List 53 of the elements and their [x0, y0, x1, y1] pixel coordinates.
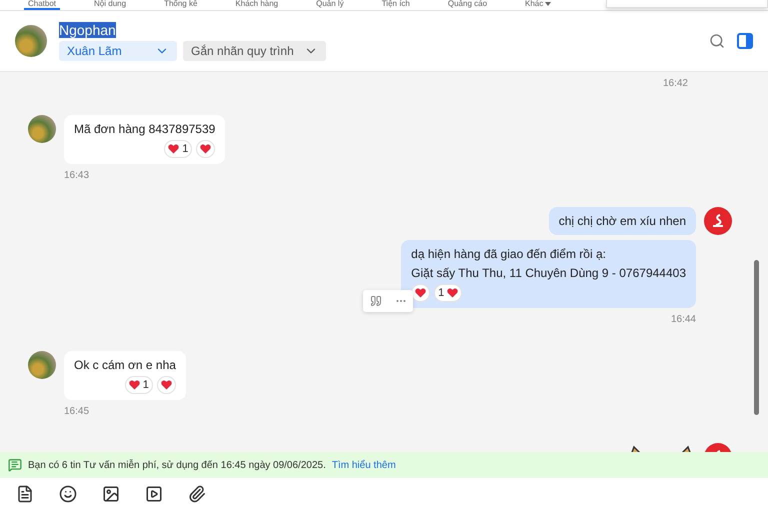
message-text: dạ hiện hàng đã giao đến điểm rồi ạ: [411, 246, 606, 262]
video-icon [145, 484, 163, 502]
nav-tab[interactable]: Thống kê [160, 0, 202, 10]
heart-icon [415, 288, 426, 298]
search-button[interactable] [709, 33, 725, 49]
message-time: 16:44 [670, 314, 696, 325]
reaction-chip[interactable] [196, 140, 216, 158]
contact-name: Ngophan [59, 22, 116, 38]
attach-button[interactable] [188, 484, 206, 502]
nav-tab[interactable]: Quảng cáo [444, 0, 492, 10]
reaction-chip[interactable] [156, 376, 176, 394]
contact-avatar [15, 25, 47, 57]
smiley-icon [59, 484, 77, 502]
nav-tab[interactable]: Quản lý [312, 0, 348, 10]
notice-text: Bạn có 6 tin Tư vấn miễn phí, sử dụng đến 16:45 ngày 09/06/2025. [28, 460, 326, 470]
assignee-dropdown[interactable]: Xuân Lãm [59, 40, 177, 60]
message-time: 16:43 [64, 170, 90, 181]
label-dropdown[interactable]: Gắn nhãn quy trình [183, 40, 326, 60]
heart-icon [200, 144, 212, 154]
logo-icon [710, 213, 726, 229]
reaction-chip[interactable]: 1 [124, 376, 153, 394]
learn-more-link[interactable]: Tìm hiểu thêm [332, 460, 396, 470]
panel-toggle-button[interactable] [737, 33, 753, 49]
image-button[interactable] [102, 484, 120, 502]
message-time: 16:45 [64, 406, 90, 417]
scrollbar[interactable] [754, 260, 759, 415]
quote-icon[interactable] [370, 295, 382, 307]
message-time: 16:42 [662, 78, 688, 89]
heart-icon [447, 288, 458, 298]
nav-tab[interactable]: Khách hàng [231, 0, 282, 10]
heart-icon [128, 380, 140, 390]
reaction-chip[interactable] [411, 284, 430, 302]
heart-icon [160, 380, 172, 390]
video-button[interactable] [145, 484, 163, 502]
search-icon [709, 33, 725, 49]
message-text: Ok c cám ơn e nha [74, 357, 176, 373]
message-text: chị chị chờ em xíu nhen [558, 213, 686, 229]
nav-tab[interactable]: Chatbot [24, 0, 60, 10]
message-text: Giặt sấy Thu Thu, 11 Chuyên Dùng 9 - 0767944403 [411, 265, 686, 281]
side-panel-icon [737, 33, 753, 49]
reaction-chip[interactable]: 1 [434, 284, 462, 302]
nav-tab[interactable]: Tiện ích [378, 0, 414, 10]
paperclip-icon [188, 484, 206, 502]
sticker-button[interactable] [59, 484, 77, 502]
nav-tab[interactable]: Nội dung [90, 0, 130, 10]
reaction-chip[interactable]: 1 [164, 140, 192, 158]
nav-tab[interactable]: Khác [521, 0, 556, 10]
document-icon [16, 484, 34, 502]
image-icon [102, 484, 120, 502]
message-text: Mã đơn hàng 8437897539 [74, 121, 216, 137]
message-icon [8, 458, 22, 472]
heart-icon [168, 144, 180, 154]
template-button[interactable] [16, 484, 34, 502]
